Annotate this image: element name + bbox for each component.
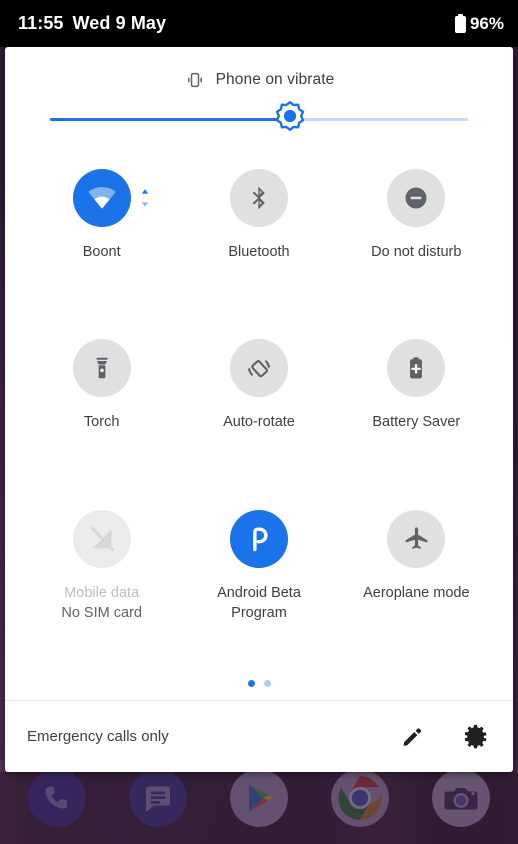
- bluetooth-icon: [252, 186, 265, 210]
- tile-auto-rotate[interactable]: Auto-rotate: [180, 325, 337, 495]
- tile-aeroplane-icon-wrap: [387, 509, 446, 568]
- status-time: 11:55: [18, 13, 64, 33]
- quick-settings-footer: Emergency calls only: [5, 700, 513, 772]
- ringer-status-text: Phone on vibrate: [215, 71, 335, 88]
- torch-icon: [96, 358, 108, 379]
- footer-actions: [399, 724, 489, 750]
- gear-settings-icon[interactable]: [463, 724, 489, 750]
- tile-battery-saver-label: Battery Saver: [372, 414, 461, 431]
- battery-percent: 96%: [469, 13, 504, 33]
- ringer-status-row[interactable]: Phone on vibrate: [5, 47, 513, 103]
- status-bar: 11:55 Wed 9 May 96%: [0, 0, 518, 47]
- vibrate-icon: [184, 69, 206, 91]
- tile-battery-saver-circle[interactable]: [387, 339, 446, 398]
- tile-torch-circle[interactable]: [72, 339, 131, 398]
- page-dot-2[interactable]: [263, 679, 271, 687]
- dock-app-camera[interactable]: [432, 769, 490, 827]
- android-home-screen: 11:55 Wed 9 May 96% Phone on vibrate Boo…: [0, 0, 518, 844]
- battery-icon: [454, 14, 466, 33]
- tile-torch[interactable]: Torch: [23, 325, 180, 495]
- tile-android-beta-program[interactable]: Android Beta Program: [180, 496, 337, 666]
- mobile-data-off-icon: [90, 526, 114, 551]
- status-bar-left: 11:55 Wed 9 May: [18, 13, 166, 34]
- tile-wifi[interactable]: Boont: [23, 155, 180, 325]
- tile-dnd-label: Do not disturb: [371, 244, 462, 260]
- dock-app-chrome[interactable]: [331, 769, 389, 827]
- android-beta-icon: [253, 527, 268, 551]
- tile-do-not-disturb[interactable]: Do not disturb: [338, 155, 495, 325]
- tile-mobile-data-circle[interactable]: [72, 509, 131, 568]
- dock-app-play-store[interactable]: [230, 769, 288, 827]
- tile-torch-icon-wrap: [72, 339, 131, 398]
- tile-mobile-data-label: Mobile data: [64, 584, 140, 601]
- page-dot-1[interactable]: [247, 679, 255, 687]
- tile-android-beta-circle[interactable]: [229, 509, 288, 568]
- tile-battery-saver-icon-wrap: [387, 339, 446, 398]
- battery-saver-icon: [410, 357, 423, 379]
- tile-bluetooth-label: Bluetooth: [228, 244, 290, 260]
- tile-mobile-data-icon-wrap: [72, 509, 131, 568]
- tile-mobile-data-sub: No SIM card: [61, 604, 142, 621]
- quick-settings-panel: Phone on vibrate Boont Bluetooth Do not …: [5, 47, 513, 772]
- tile-wifi-circle[interactable]: [72, 169, 131, 227]
- brightness-fill: [50, 118, 289, 121]
- tile-auto-rotate-label: Auto-rotate: [223, 414, 295, 431]
- quick-settings-tiles: Boont Bluetooth Do not disturb Torch Aut…: [5, 145, 513, 666]
- wifi-icon: [87, 187, 116, 209]
- pencil-edit-icon[interactable]: [399, 724, 425, 750]
- tile-auto-rotate-icon-wrap: [229, 339, 288, 398]
- tile-torch-label: Torch: [83, 414, 120, 431]
- tile-android-beta-label: Android Beta Program: [217, 584, 301, 621]
- tile-bluetooth-circle[interactable]: [229, 169, 288, 227]
- do-not-disturb-icon: [405, 187, 427, 209]
- dock-app-phone[interactable]: [28, 769, 86, 827]
- tile-aeroplane-circle[interactable]: [387, 509, 446, 568]
- aeroplane-icon: [405, 527, 428, 550]
- carrier-status-text: Emergency calls only: [27, 728, 169, 745]
- dock-app-messages[interactable]: [129, 769, 187, 827]
- tile-wifi-label: Boont: [82, 244, 121, 260]
- auto-rotate-icon: [247, 360, 271, 378]
- wifi-expand-caret-icon[interactable]: [139, 187, 151, 209]
- brightness-sun-icon[interactable]: [270, 99, 310, 139]
- tile-dnd-circle[interactable]: [387, 169, 446, 227]
- brightness-slider[interactable]: [5, 101, 513, 145]
- status-bar-right: 96%: [454, 13, 504, 34]
- tile-android-beta-icon-wrap: [229, 509, 288, 568]
- tile-bluetooth[interactable]: Bluetooth: [180, 155, 337, 325]
- tile-aeroplane-mode[interactable]: Aeroplane mode: [338, 496, 495, 666]
- tile-mobile-data[interactable]: Mobile data No SIM card: [23, 496, 180, 666]
- tile-dnd-icon-wrap: [387, 169, 446, 227]
- page-indicator: [5, 666, 513, 700]
- tile-battery-saver[interactable]: Battery Saver: [338, 325, 495, 495]
- tile-bluetooth-icon-wrap: [229, 169, 288, 227]
- tile-aeroplane-label: Aeroplane mode: [363, 584, 470, 601]
- tile-wifi-icon-wrap: [72, 169, 148, 227]
- status-date: Wed 9 May: [72, 13, 167, 33]
- app-dock: [0, 762, 518, 834]
- tile-auto-rotate-circle[interactable]: [229, 339, 288, 398]
